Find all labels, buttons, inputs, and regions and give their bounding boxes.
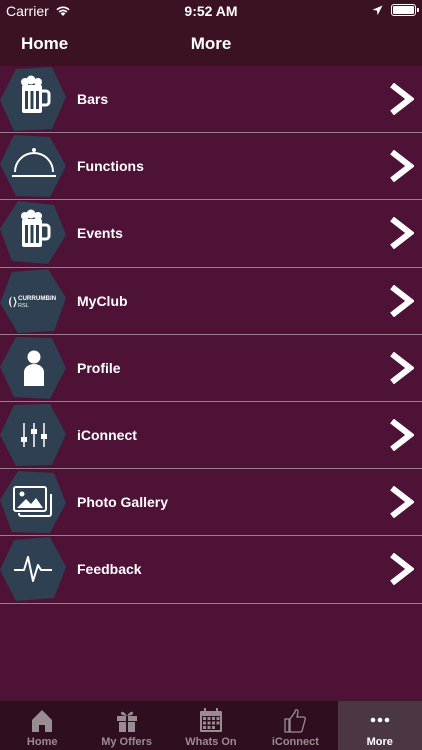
person-icon <box>0 336 66 400</box>
menu-item-label: iConnect <box>77 426 137 443</box>
chevron-right-icon <box>390 83 414 115</box>
chevron-right-icon <box>390 217 414 250</box>
chevron-right-icon <box>390 284 414 317</box>
menu-item-label: Feedback <box>77 561 142 578</box>
pulse-icon <box>0 537 66 602</box>
more-menu-list: Bars Functions Events CURRUMBIN RSL MyCl… <box>0 66 422 604</box>
status-bar: Carrier 9:52 AM <box>0 0 422 22</box>
menu-item-label: Events <box>77 225 123 242</box>
battery-icon <box>391 4 419 16</box>
menu-item-label: MyClub <box>77 292 128 309</box>
menu-item-label: Bars <box>77 91 109 107</box>
menu-item-label: Functions <box>77 158 144 175</box>
status-right <box>372 4 419 16</box>
beer-mug-icon <box>0 67 66 131</box>
menu-item-feedback[interactable]: Feedback <box>0 536 422 604</box>
page-title: More <box>190 34 232 53</box>
tab-my-offers[interactable]: My Offers <box>84 701 168 750</box>
chevron-right-icon <box>390 418 414 451</box>
menu-item-bars[interactable]: Bars <box>0 66 422 134</box>
house-icon <box>32 710 53 732</box>
menu-item-events[interactable]: Events <box>0 200 422 268</box>
tab-label: More <box>366 736 393 748</box>
currumbin-rsl-logo: CURRUMBIN RSL <box>0 268 66 333</box>
beer-mug-icon <box>0 201 66 265</box>
chevron-right-icon <box>390 351 414 384</box>
tab-home[interactable]: Home <box>0 701 84 750</box>
menu-item-iconnect[interactable]: iConnect <box>0 402 422 470</box>
gift-icon <box>116 711 137 732</box>
tab-more[interactable]: More <box>337 701 422 750</box>
menu-item-label: Profile <box>77 359 121 376</box>
menu-item-myclub[interactable]: CURRUMBIN RSL MyClub <box>0 268 422 335</box>
chevron-right-icon <box>390 150 414 183</box>
logo-text-line1: CURRUMBIN <box>18 295 57 302</box>
logo-text-line2: RSL <box>18 303 29 309</box>
status-time: 9:52 AM <box>184 3 238 19</box>
tab-label: Whats On <box>185 736 237 748</box>
calendar-icon <box>199 708 222 732</box>
tab-whats-on[interactable]: Whats On <box>169 701 253 750</box>
menu-item-photo-gallery[interactable]: Photo Gallery <box>0 469 422 537</box>
menu-item-label: Photo Gallery <box>77 494 169 511</box>
menu-item-profile[interactable]: Profile <box>0 335 422 402</box>
chevron-right-icon <box>390 486 414 519</box>
tab-label: My Offers <box>101 736 152 748</box>
tab-bar: Home My Offers Whats On iConnect More <box>0 700 422 750</box>
chevron-right-icon <box>390 553 414 586</box>
location-arrow-icon <box>372 5 383 15</box>
tab-label: iConnect <box>271 736 319 748</box>
navigation-bar: Home More <box>0 22 422 66</box>
photo-gallery-icon <box>0 470 66 534</box>
more-dots-icon <box>370 717 390 723</box>
service-bell-icon <box>0 134 66 198</box>
tab-iconnect[interactable]: iConnect <box>253 701 337 750</box>
menu-item-functions[interactable]: Functions <box>0 133 422 201</box>
thumbs-up-icon <box>284 709 307 733</box>
tab-label: Home <box>26 736 58 748</box>
sliders-icon <box>0 403 66 467</box>
